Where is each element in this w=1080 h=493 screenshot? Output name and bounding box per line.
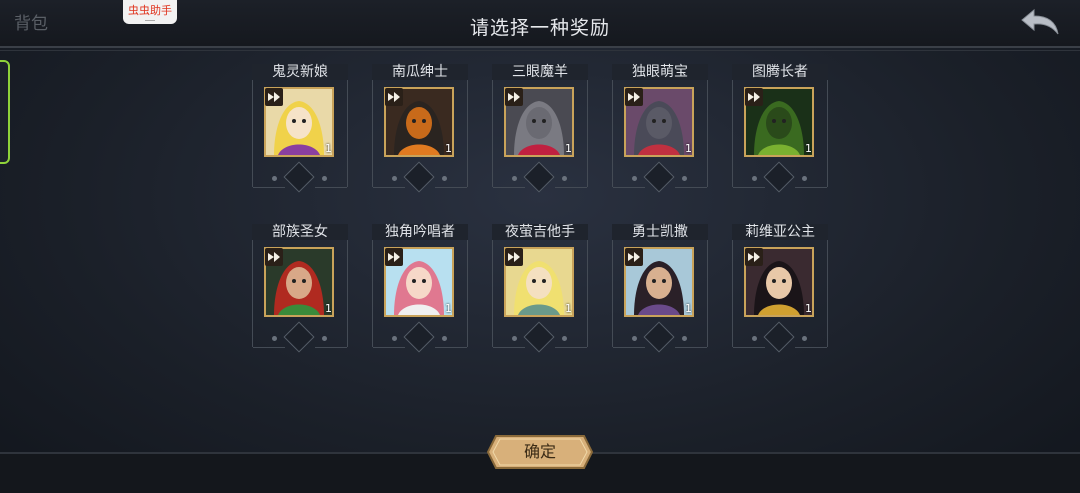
item-count: 1 — [325, 142, 332, 155]
item-count: 1 — [445, 302, 452, 315]
reward-name: 图腾长者 — [732, 64, 828, 80]
reward-name: 夜萤吉他手 — [492, 224, 588, 240]
frame-dot — [442, 336, 447, 341]
class-badge-icon — [745, 248, 763, 266]
reward-name: 南瓜绅士 — [372, 64, 468, 80]
class-badge-icon — [385, 88, 403, 106]
class-badge-icon — [625, 88, 643, 106]
class-badge-icon — [625, 248, 643, 266]
item-count: 1 — [325, 302, 332, 315]
frame-dot — [632, 336, 637, 341]
reward-name: 独角吟唱者 — [372, 224, 468, 240]
frame-dot — [682, 336, 687, 341]
frame-dot — [512, 336, 517, 341]
reward-card[interactable]: 独角吟唱者 1 — [372, 222, 468, 353]
frame-dot — [442, 176, 447, 181]
frame-dot — [392, 176, 397, 181]
frame-dot — [512, 176, 517, 181]
class-badge-icon — [385, 248, 403, 266]
reward-name: 独眼萌宝 — [612, 64, 708, 80]
class-badge-icon — [265, 248, 283, 266]
reward-name: 三眼魔羊 — [492, 64, 588, 80]
frame-dot — [392, 336, 397, 341]
page-title: 请选择一种奖励 — [469, 17, 610, 39]
reward-grid: 鬼灵新娘 1 南瓜绅士 1 三眼魔羊 1 独眼萌宝 1 图腾长者 1 部族圣女 … — [252, 62, 832, 362]
item-count: 1 — [685, 142, 692, 155]
frame-dot — [802, 336, 807, 341]
frame-dot — [632, 176, 637, 181]
reward-card[interactable]: 图腾长者 1 — [732, 62, 828, 193]
item-count: 1 — [685, 302, 692, 315]
item-count: 1 — [805, 142, 812, 155]
item-count: 1 — [445, 142, 452, 155]
reward-name: 部族圣女 — [252, 224, 348, 240]
return-icon[interactable] — [1020, 6, 1062, 38]
frame-dot — [802, 176, 807, 181]
reward-name: 鬼灵新娘 — [252, 64, 348, 80]
class-badge-icon — [745, 88, 763, 106]
frame-dot — [272, 176, 277, 181]
reward-name: 莉维亚公主 — [732, 224, 828, 240]
confirm-label: 确定 — [523, 442, 556, 461]
reward-card[interactable]: 三眼魔羊 1 — [492, 62, 588, 193]
reward-card[interactable]: 部族圣女 1 — [252, 222, 348, 353]
reward-card[interactable]: 莉维亚公主 1 — [732, 222, 828, 353]
reward-card[interactable]: 独眼萌宝 1 — [612, 62, 708, 193]
class-badge-icon — [505, 88, 523, 106]
frame-dot — [682, 176, 687, 181]
reward-name: 勇士凯撒 — [612, 224, 708, 240]
frame-dot — [322, 336, 327, 341]
item-count: 1 — [805, 302, 812, 315]
frame-dot — [752, 176, 757, 181]
frame-dot — [562, 336, 567, 341]
frame-dot — [562, 176, 567, 181]
reward-card[interactable]: 鬼灵新娘 1 — [252, 62, 348, 193]
frame-dot — [752, 336, 757, 341]
side-tab[interactable] — [0, 60, 10, 164]
item-count: 1 — [565, 302, 572, 315]
frame-dot — [272, 336, 277, 341]
item-count: 1 — [565, 142, 572, 155]
reward-card[interactable]: 夜萤吉他手 1 — [492, 222, 588, 353]
class-badge-icon — [505, 248, 523, 266]
reward-card[interactable]: 南瓜绅士 1 — [372, 62, 468, 193]
confirm-button[interactable]: 确定 — [486, 434, 594, 470]
reward-card[interactable]: 勇士凯撒 1 — [612, 222, 708, 353]
class-badge-icon — [265, 88, 283, 106]
header-divider — [0, 50, 1080, 51]
frame-dot — [322, 176, 327, 181]
